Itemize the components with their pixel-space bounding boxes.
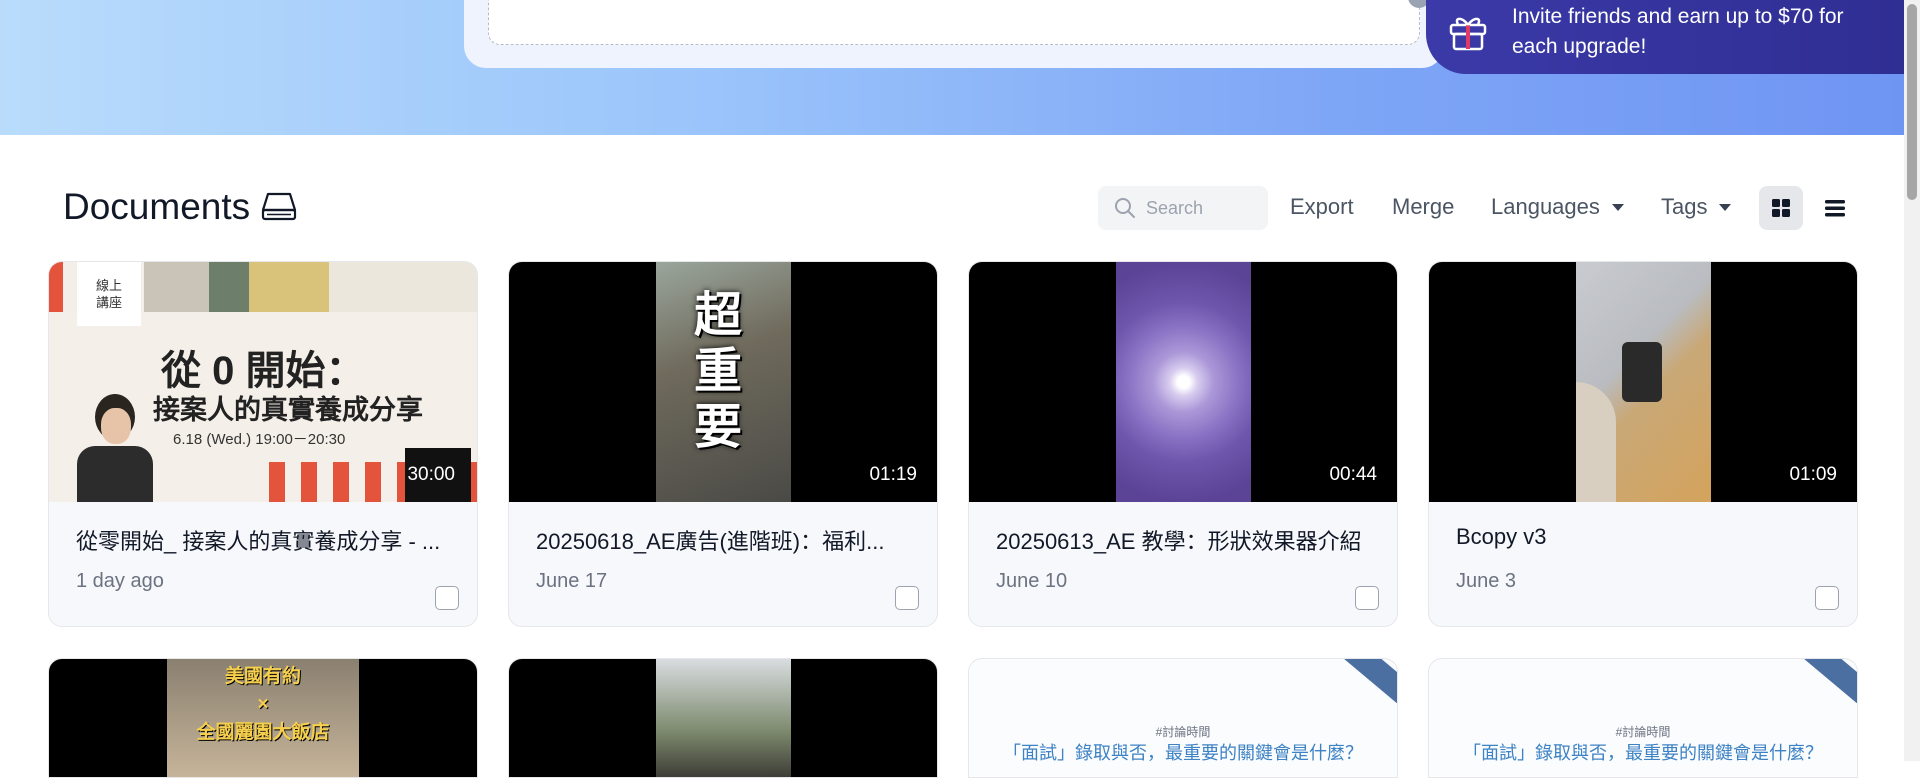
video-thumbnail[interactable]: 01:09 — [1429, 262, 1857, 502]
video-duration: 01:09 — [1789, 464, 1837, 485]
export-button[interactable]: Export — [1290, 194, 1354, 220]
export-label: Export — [1290, 194, 1354, 219]
merge-button[interactable]: Merge — [1392, 194, 1454, 220]
document-title[interactable]: 20250618_AE廣告(進階班)：福利... — [536, 524, 916, 556]
select-checkbox[interactable] — [895, 586, 919, 610]
speaker-photo — [77, 394, 153, 502]
languages-label: Languages — [1491, 194, 1600, 219]
document-date: 1 day ago — [76, 570, 164, 592]
thumbnail-badge: 線上 講座 — [77, 262, 141, 326]
list-view-icon — [1825, 200, 1845, 217]
document-card[interactable] — [508, 658, 938, 778]
tags-dropdown[interactable]: Tags — [1661, 194, 1732, 220]
document-card[interactable]: 線上 講座 從 0 開始： 接案人的真實養成分享 6.18 (Wed.) 19:… — [48, 261, 478, 627]
merge-label: Merge — [1392, 194, 1455, 219]
scrollbar[interactable] — [1904, 0, 1920, 761]
slide-tag: #討論時間 — [1155, 725, 1211, 739]
corner-decoration — [1327, 659, 1397, 704]
select-checkbox[interactable] — [1815, 586, 1839, 610]
video-duration: 01:19 — [869, 464, 917, 485]
document-date: June 10 — [996, 570, 1068, 592]
thumbnail-text: 超 重 要 — [694, 289, 743, 454]
document-date: June 17 — [536, 570, 608, 592]
document-title[interactable]: Bcopy v3 — [1456, 524, 1836, 550]
grid-view-icon — [1772, 199, 1790, 217]
video-thumbnail[interactable]: 線上 講座 從 0 開始： 接案人的真實養成分享 6.18 (Wed.) 19:… — [49, 262, 477, 502]
caret-down-icon — [1611, 203, 1624, 211]
invite-text: Invite friends and earn up to $70 for ea… — [1512, 5, 1844, 58]
document-title[interactable]: 從零開始_ 接案人的真實養成分享 - ... — [76, 524, 456, 556]
video-frame — [1116, 262, 1251, 502]
invite-banner[interactable]: Invite friends and earn up to $70 for ea… — [1426, 0, 1904, 74]
search-box[interactable] — [1098, 186, 1268, 230]
video-frame: 超 重 要 — [656, 262, 791, 502]
corner-decoration — [1787, 659, 1857, 704]
document-card[interactable]: #討論時間 「面試」錄取與否，最重要的關鍵會是什麼？ — [968, 658, 1398, 778]
document-card[interactable]: 01:09 Bcopy v3 June 3 — [1428, 261, 1858, 627]
thumbnail-time: 6.18 (Wed.) 19:00－20:30 — [173, 431, 346, 448]
video-frame — [1576, 262, 1711, 502]
select-checkbox[interactable] — [1355, 586, 1379, 610]
video-duration: 30:00 — [407, 464, 455, 485]
drive-icon[interactable] — [260, 190, 298, 222]
select-checkbox[interactable] — [435, 586, 459, 610]
search-input[interactable] — [1146, 197, 1256, 219]
document-date: June 3 — [1456, 570, 1517, 592]
upload-dropzone[interactable] — [488, 0, 1420, 45]
document-card[interactable]: 超 重 要 01:19 20250618_AE廣告(進階班)：福利... Jun… — [508, 261, 938, 627]
document-card[interactable]: 00:44 20250613_AE 教學：形狀效果器介紹 June 10 — [968, 261, 1398, 627]
languages-dropdown[interactable]: Languages — [1491, 194, 1624, 220]
caret-down-icon — [1719, 203, 1732, 211]
video-frame — [656, 659, 791, 777]
document-card[interactable]: #討論時間 「面試」錄取與否，最重要的關鍵會是什麼？ — [1428, 658, 1858, 778]
slide-text: 「面試」錄取與否，最重要的關鍵會是什麼？ — [1003, 743, 1363, 763]
search-icon — [1115, 198, 1135, 218]
document-card[interactable]: 美國有約 × 全國麗園大飯店 — [48, 658, 478, 778]
video-thumbnail[interactable]: 00:44 — [969, 262, 1397, 502]
page-title: Documents — [63, 186, 251, 227]
tags-label: Tags — [1661, 194, 1708, 219]
video-frame: 美國有約 × 全國麗園大飯店 — [167, 659, 359, 777]
thumbnail-text: 美國有約 × 全國麗園大飯店 — [196, 666, 330, 743]
grid-view-button[interactable] — [1759, 186, 1803, 230]
document-title[interactable]: 20250613_AE 教學：形狀效果器介紹 — [996, 524, 1376, 556]
thumbnail-subhead: 接案人的真實養成分享 — [153, 395, 423, 425]
slide-tag: #討論時間 — [1615, 725, 1671, 739]
documents-toolbar: Documents Export Merge Languages Tags — [0, 176, 1904, 236]
video-thumbnail[interactable]: 超 重 要 01:19 — [509, 262, 937, 502]
slide-text: 「面試」錄取與否，最重要的關鍵會是什麼？ — [1463, 743, 1823, 763]
video-duration: 00:44 — [1329, 464, 1377, 485]
list-view-button[interactable] — [1813, 186, 1857, 230]
gift-icon — [1449, 17, 1487, 51]
scrollbar-thumb[interactable] — [1907, 4, 1917, 200]
